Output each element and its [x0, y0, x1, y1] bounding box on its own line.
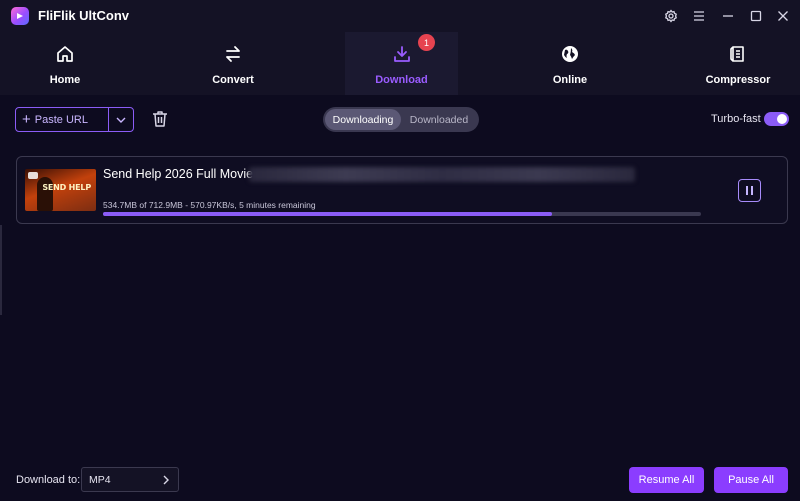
globe-icon — [560, 44, 580, 64]
download-progress-bar — [103, 212, 701, 216]
nav-label-home: Home — [49, 74, 81, 86]
plus-icon: + — [22, 111, 31, 128]
nav-label-download: Download — [375, 74, 428, 86]
maximize-icon[interactable] — [746, 6, 766, 26]
trash-icon[interactable] — [150, 109, 170, 129]
settings-icon[interactable] — [661, 6, 681, 26]
nav-online[interactable]: Online — [527, 32, 613, 95]
pause-icon — [746, 186, 748, 195]
nav-compressor[interactable]: Compressor — [695, 32, 781, 95]
output-format-select[interactable]: MP4 — [81, 467, 179, 492]
paste-url-button[interactable]: + Paste URL — [16, 108, 108, 131]
tab-downloaded[interactable]: Downloaded — [401, 109, 477, 130]
convert-arrows-icon — [223, 44, 243, 64]
download-tabs: Downloading Downloaded — [323, 107, 479, 132]
paste-url-button-group: + Paste URL — [15, 107, 134, 132]
compressor-icon — [728, 44, 748, 64]
resume-all-button[interactable]: Resume All — [629, 467, 704, 493]
scroll-edge — [0, 225, 2, 315]
nav-label-convert: Convert — [212, 74, 254, 86]
video-thumbnail: SEND HELP — [25, 169, 96, 211]
paste-url-dropdown[interactable] — [108, 108, 133, 131]
tab-downloading[interactable]: Downloading — [325, 109, 401, 130]
nav-download[interactable]: 1 Download — [345, 32, 458, 95]
pause-all-button[interactable]: Pause All — [714, 467, 788, 493]
app-logo-icon — [11, 7, 29, 25]
download-count-badge: 1 — [418, 34, 435, 51]
download-title: Send Help 2026 Full Movie — [103, 167, 254, 181]
download-to-label: Download to: — [16, 474, 81, 486]
main-nav: Home Convert 1 Download Online Compresso… — [0, 32, 800, 95]
footer-bar: Download to: MP4 Resume All Pause All — [0, 460, 800, 501]
download-progress-fill — [103, 212, 552, 216]
turbo-fast-toggle[interactable] — [764, 112, 789, 126]
close-icon[interactable] — [773, 6, 793, 26]
download-progress-text: 534.7MB of 712.9MB - 570.97KB/s, 5 minut… — [103, 200, 316, 210]
nav-convert[interactable]: Convert — [190, 32, 276, 95]
turbo-fast-label: Turbo-fast — [711, 113, 761, 125]
video-camera-icon — [28, 172, 38, 179]
home-icon — [55, 44, 75, 64]
nav-label-compressor: Compressor — [705, 74, 771, 86]
nav-label-online: Online — [552, 74, 588, 86]
title-bar: FliFlik UltConv — [0, 0, 800, 32]
thumbnail-title: SEND HELP — [42, 183, 91, 192]
minimize-icon[interactable] — [718, 6, 738, 26]
pause-download-button[interactable] — [738, 179, 761, 202]
redacted-title-text — [249, 167, 635, 182]
download-item: SEND HELP Send Help 2026 Full Movie 534.… — [16, 156, 788, 224]
nav-home[interactable]: Home — [22, 32, 108, 95]
chevron-down-icon — [116, 117, 126, 123]
app-title: FliFlik UltConv — [38, 8, 129, 23]
download-icon — [392, 44, 412, 64]
paste-url-label: Paste URL — [34, 113, 88, 126]
chevron-right-icon — [163, 475, 169, 485]
output-format-value: MP4 — [89, 473, 111, 486]
menu-icon[interactable] — [689, 6, 709, 26]
download-toolbar: + Paste URL Downloading Downloaded Turbo… — [0, 95, 800, 145]
toggle-knob — [777, 114, 787, 124]
